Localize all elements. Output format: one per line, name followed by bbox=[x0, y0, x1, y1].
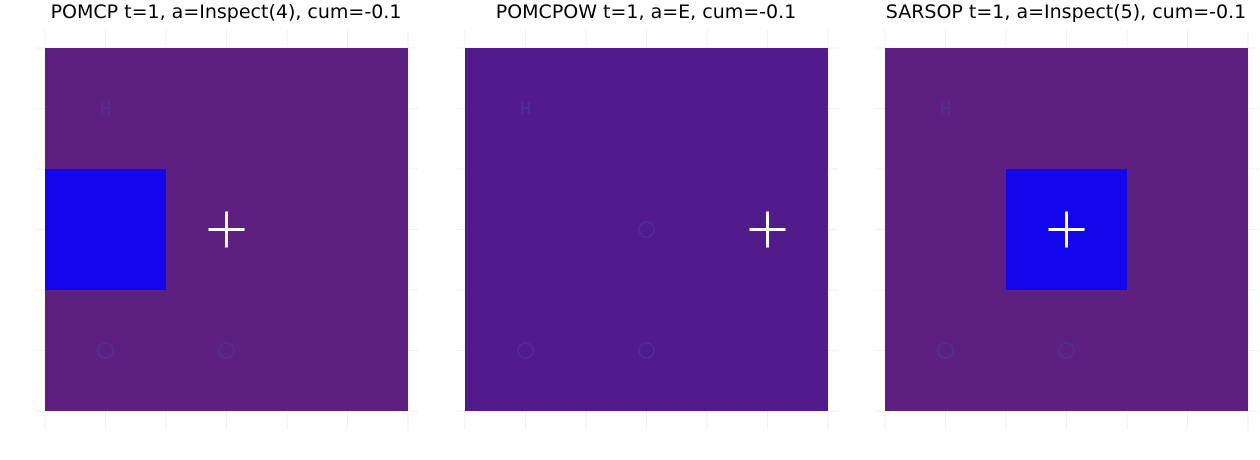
multi-panel-grid-plot: POMCP t=1, a=Inspect(4), cum=-0.1 H POMC… bbox=[35, 1, 1258, 430]
panel-title: SARSOP t=1, a=Inspect(5), cum=-0.1 bbox=[886, 1, 1246, 23]
panel-pomcp: POMCP t=1, a=Inspect(4), cum=-0.1 H bbox=[35, 1, 418, 430]
panel-title: POMCPOW t=1, a=E, cum=-0.1 bbox=[496, 1, 796, 23]
panel-plot-area: H bbox=[875, 30, 1258, 430]
home-marker: H bbox=[100, 99, 111, 120]
panel-sarsop: SARSOP t=1, a=Inspect(5), cum=-0.1 H bbox=[875, 1, 1258, 430]
panel-title: POMCP t=1, a=Inspect(4), cum=-0.1 bbox=[51, 1, 402, 23]
home-marker: H bbox=[940, 99, 951, 120]
panel-plot-area: H bbox=[455, 30, 838, 430]
highlight-cell bbox=[45, 169, 166, 290]
panel-pomcpow: POMCPOW t=1, a=E, cum=-0.1 H bbox=[455, 1, 838, 430]
home-marker: H bbox=[520, 99, 531, 120]
panel-plot-area: H bbox=[35, 30, 418, 430]
